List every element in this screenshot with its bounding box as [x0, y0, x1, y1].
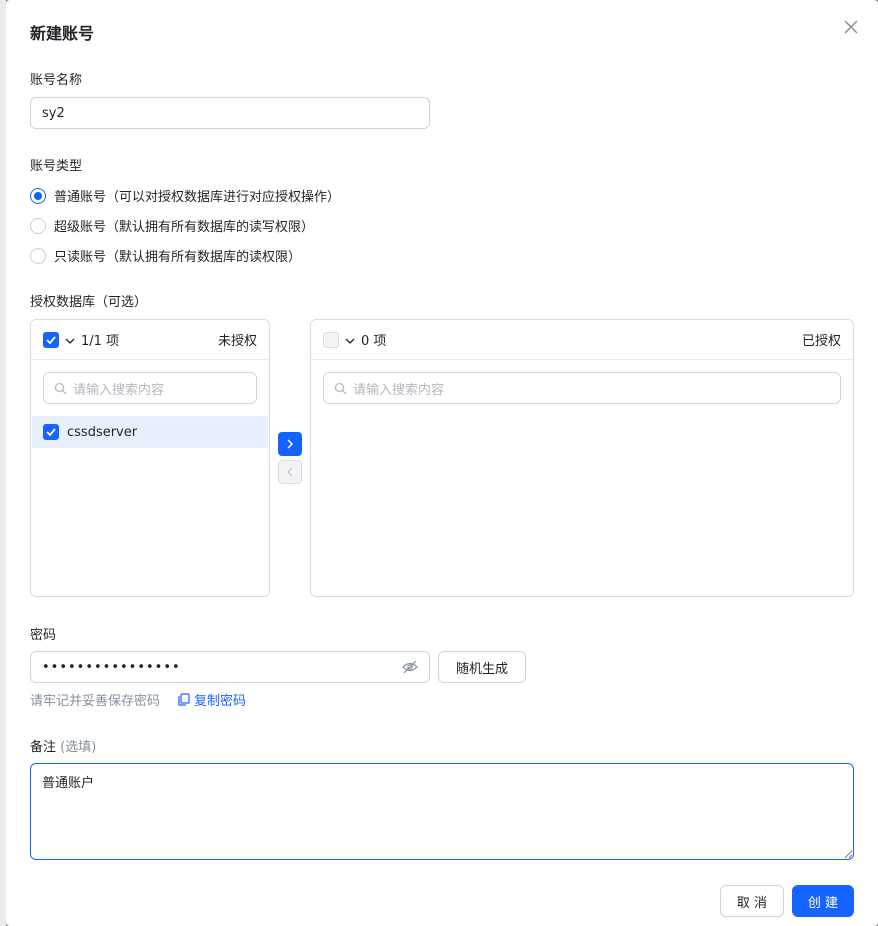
password-hint: 请牢记并妥善保存密码: [30, 694, 161, 709]
select-all-checkbox[interactable]: [323, 331, 339, 348]
remark-label-text: 备注: [30, 740, 57, 755]
account-name-value: sy2: [42, 105, 65, 121]
radio-button[interactable]: [30, 217, 46, 234]
password-input[interactable]: ••••••••••••••••: [30, 651, 430, 683]
radio-readonly-account[interactable]: 只读账号（默认拥有所有数据库的读权限）: [30, 246, 301, 265]
search-placeholder: 请输入搜索内容: [353, 382, 445, 398]
databases-label: 授权数据库（可选）: [30, 295, 148, 310]
create-button[interactable]: 创 建: [792, 885, 854, 917]
chevron-down-icon[interactable]: [345, 335, 355, 345]
close-icon[interactable]: [840, 16, 862, 38]
transfer-left-button[interactable]: [278, 460, 302, 484]
generate-password-button[interactable]: 随机生成: [438, 651, 526, 683]
radio-label-normal: 普通账号（可以对授权数据库进行对应授权操作）: [54, 190, 341, 205]
remark-label: 备注 (选填): [30, 736, 96, 755]
item-count: 1/1 项: [81, 334, 120, 349]
search-input[interactable]: 请输入搜索内容: [323, 372, 841, 404]
item-checkbox[interactable]: [43, 424, 59, 440]
panel-header: 1/1 项 未授权: [31, 320, 269, 360]
new-account-dialog: 新建账号 账号名称 sy2 账号类型 普通账号（可以对授权数据库进行对应授权操作…: [6, 0, 878, 926]
search-placeholder: 请输入搜索内容: [73, 382, 165, 398]
chevron-left-icon: [286, 467, 293, 477]
chevron-down-icon[interactable]: [65, 335, 75, 345]
item-label: cssdserver: [67, 424, 138, 440]
search-icon: [54, 382, 67, 394]
transfer-panel-authorized: 0 项 已授权 请输入搜索内容: [310, 319, 854, 597]
item-count: 0 项: [361, 334, 387, 349]
password-masked-value: ••••••••••••••••: [42, 659, 181, 675]
radio-label-readonly: 只读账号（默认拥有所有数据库的读权限）: [54, 250, 302, 265]
remark-optional: (选填): [60, 740, 97, 755]
dialog-title: 新建账号: [30, 24, 95, 43]
remark-textarea[interactable]: 普通账户: [30, 763, 854, 860]
password-label: 密码: [30, 628, 57, 643]
radio-button-selected[interactable]: [30, 187, 46, 204]
copy-password-link[interactable]: 复制密码: [178, 690, 246, 709]
panel-header: 0 项 已授权: [311, 320, 853, 360]
transfer-right-button[interactable]: [278, 432, 302, 456]
copy-password-label: 复制密码: [194, 694, 247, 709]
cancel-button[interactable]: 取 消: [720, 885, 784, 917]
transfer-panel-unauthorized: 1/1 项 未授权 请输入搜索内容 cssdserver: [30, 319, 270, 597]
eye-hidden-icon[interactable]: [402, 660, 418, 674]
select-all-checkbox[interactable]: [43, 331, 59, 348]
radio-normal-account[interactable]: 普通账号（可以对授权数据库进行对应授权操作）: [30, 186, 340, 205]
panel-title: 已授权: [801, 334, 841, 349]
panel-title: 未授权: [217, 334, 257, 349]
copy-icon: [178, 693, 190, 706]
radio-label-super: 超级账号（默认拥有所有数据库的读写权限）: [54, 220, 315, 235]
list-item[interactable]: cssdserver: [32, 416, 268, 448]
radio-button[interactable]: [30, 247, 46, 264]
search-icon: [334, 382, 347, 394]
chevron-right-icon: [287, 439, 294, 449]
radio-super-account[interactable]: 超级账号（默认拥有所有数据库的读写权限）: [30, 216, 314, 235]
account-name-input[interactable]: sy2: [30, 97, 430, 129]
account-type-label: 账号类型: [30, 159, 83, 174]
search-input[interactable]: 请输入搜索内容: [43, 372, 257, 404]
account-name-label: 账号名称: [30, 73, 83, 88]
